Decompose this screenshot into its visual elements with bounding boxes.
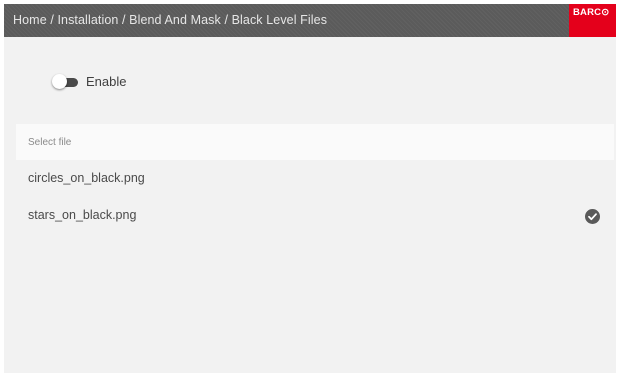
file-name: stars_on_black.png: [28, 208, 137, 222]
toggle-knob: [52, 74, 67, 89]
enable-toggle[interactable]: [52, 74, 80, 90]
select-file-header: Select file: [16, 124, 614, 160]
select-file-label: Select file: [28, 137, 72, 148]
file-name: circles_on_black.png: [28, 171, 145, 185]
breadcrumb[interactable]: Home / Installation / Blend And Mask / B…: [13, 13, 327, 27]
file-item-circles[interactable]: circles_on_black.png: [16, 164, 614, 194]
enable-label: Enable: [86, 74, 127, 89]
black-level-files-screen: Home / Installation / Blend And Mask / B…: [4, 4, 616, 373]
header-bar: Home / Installation / Blend And Mask / B…: [4, 4, 616, 37]
barco-logo: BARC⊙: [569, 4, 616, 37]
file-item-stars[interactable]: stars_on_black.png: [16, 201, 614, 231]
check-circle-icon: [585, 209, 600, 224]
logo-text: BARC⊙: [573, 7, 610, 18]
